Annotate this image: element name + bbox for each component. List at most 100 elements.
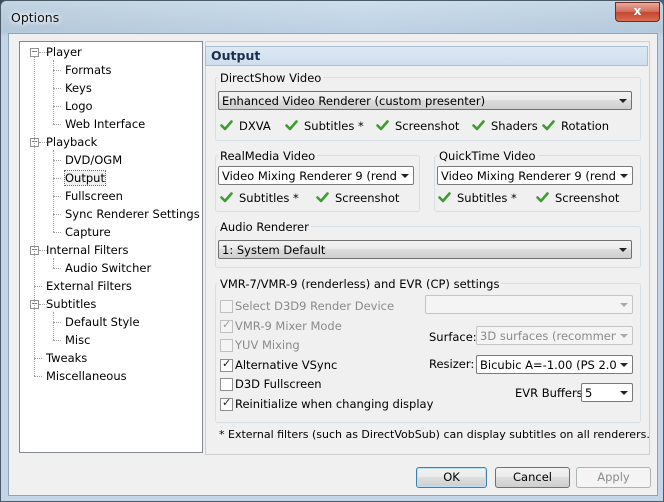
tree-connector	[34, 57, 35, 376]
ok-button[interactable]: OK	[416, 467, 487, 488]
tree-item-keys[interactable]: Keys	[65, 80, 92, 96]
evr-buffers-label: EVR Buffers:	[515, 386, 587, 400]
resizer-label: Resizer:	[429, 357, 475, 371]
quicktime-label: QuickTime Video	[437, 149, 538, 163]
capability-item: Subtitles *	[285, 118, 364, 134]
surface-value: 3D surfaces (recommended)	[480, 329, 616, 343]
tree-connector	[53, 258, 54, 268]
vmr-label: VMR-7/VMR-9 (renderless) and EVR (CP) se…	[218, 277, 502, 291]
capability-label: Rotation	[561, 119, 610, 133]
tree-connector	[53, 160, 61, 161]
quicktime-renderer-select[interactable]: Video Mixing Renderer 9 (renderless	[437, 166, 633, 185]
close-button[interactable]: x	[615, 2, 660, 22]
checkbox-alternative-vsync[interactable]	[220, 357, 233, 372]
chevron-down-icon	[401, 174, 409, 178]
checkbox-vmr-9-mixer-mode[interactable]	[220, 318, 233, 333]
tree-item-sync-renderer-settings[interactable]: Sync Renderer Settings	[65, 206, 200, 222]
tree-item-player[interactable]: Player	[46, 44, 82, 60]
tree-item-web-interface[interactable]: Web Interface	[65, 116, 145, 132]
capability-label: Shaders	[491, 119, 538, 133]
checkbox-label[interactable]: Reinitialize when changing display	[235, 397, 433, 411]
tree-item-internal-filters[interactable]: Internal Filters	[46, 242, 128, 258]
checkbox-label[interactable]: D3D Fullscreen	[235, 377, 322, 391]
tree-item-label: Audio Switcher	[65, 261, 152, 275]
page-header: Output	[205, 46, 648, 66]
checkbox-label[interactable]: Alternative VSync	[235, 358, 337, 372]
evr-buffers-value: 5	[585, 386, 593, 400]
check-icon	[472, 120, 485, 131]
cancel-button[interactable]: Cancel	[495, 467, 570, 488]
tree-item-label: Output	[64, 170, 106, 186]
apply-button[interactable]: Apply	[576, 467, 651, 488]
tree-item-logo[interactable]: Logo	[65, 98, 93, 114]
tree-item-dvd-ogm[interactable]: DVD/OGM	[65, 152, 122, 168]
tree-item-label: Fullscreen	[65, 189, 123, 203]
directshow-renderer-value: Enhanced Video Renderer (custom presente…	[222, 94, 486, 108]
tree-item-audio-switcher[interactable]: Audio Switcher	[65, 260, 151, 276]
window-title: Options	[11, 10, 60, 25]
chevron-down-icon	[620, 174, 628, 178]
tree-item-label: Tweaks	[46, 351, 88, 365]
checkbox-label[interactable]: Select D3D9 Render Device	[235, 299, 394, 313]
directshow-label: DirectShow Video	[218, 71, 324, 85]
checkbox-d3d-fullscreen[interactable]	[220, 378, 233, 391]
capability-item: Subtitles *	[220, 190, 299, 206]
tree-item-label: Sync Renderer Settings	[65, 207, 200, 221]
chevron-down-icon	[619, 99, 627, 103]
tree-connector	[34, 358, 42, 359]
capability-label: Screenshot	[555, 191, 620, 205]
tree-item-capture[interactable]: Capture	[65, 224, 111, 240]
tree-item-label: Player	[46, 45, 82, 59]
collapse-icon[interactable]: −	[30, 48, 39, 57]
checkbox-label[interactable]: VMR-9 Mixer Mode	[235, 319, 342, 333]
check-icon	[285, 120, 298, 131]
tree-item-miscellaneous[interactable]: Miscellaneous	[46, 368, 127, 384]
capability-item: Subtitles *	[438, 190, 517, 206]
tree-item-label: Web Interface	[65, 117, 146, 131]
tree-item-label: Misc	[65, 333, 91, 347]
capability-label: Screenshot	[395, 119, 460, 133]
tree-item-label: External Filters	[46, 279, 132, 293]
evr-buffers-select[interactable]: 5	[581, 383, 633, 402]
checkbox-label[interactable]: YUV Mixing	[235, 338, 300, 352]
check-icon	[220, 120, 233, 131]
capability-label: Subtitles *	[457, 191, 517, 205]
directshow-renderer-select[interactable]: Enhanced Video Renderer (custom presente…	[218, 91, 632, 110]
resizer-select[interactable]: Bicubic A=-1.00 (PS 2.0)	[476, 355, 633, 374]
render-device-select[interactable]	[425, 295, 633, 314]
tree-connector	[53, 150, 54, 232]
capability-label: Subtitles *	[304, 119, 364, 133]
chevron-down-icon	[620, 363, 628, 367]
tree-item-label: Formats	[65, 63, 112, 77]
checkbox-select-d3d9-render-device[interactable]	[220, 300, 233, 313]
tree-connector	[34, 376, 42, 377]
audio-renderer-select[interactable]: 1: System Default	[218, 240, 632, 259]
surface-select[interactable]: 3D surfaces (recommended)	[476, 326, 633, 345]
chevron-down-icon	[619, 248, 627, 252]
tree-connector	[53, 196, 61, 197]
tree-item-label: Capture	[65, 225, 111, 239]
tree-item-fullscreen[interactable]: Fullscreen	[65, 188, 123, 204]
check-icon	[220, 192, 233, 203]
capability-label: Subtitles *	[239, 191, 299, 205]
tree-item-tweaks[interactable]: Tweaks	[46, 350, 87, 366]
tree-item-external-filters[interactable]: External Filters	[46, 278, 132, 294]
tree-connector	[39, 250, 47, 251]
checkbox-yuv-mixing[interactable]	[220, 339, 233, 352]
tree-item-subtitles[interactable]: Subtitles	[46, 296, 96, 312]
title-bar[interactable]: Options x	[1, 1, 663, 35]
realmedia-renderer-select[interactable]: Video Mixing Renderer 9 (renderless	[218, 166, 414, 185]
capability-item: DXVA	[220, 118, 271, 134]
tree-item-label: Miscellaneous	[46, 369, 127, 383]
checkbox-reinitialize-when-changing-display[interactable]	[220, 396, 233, 411]
tree-item-output[interactable]: Output	[64, 170, 106, 186]
tree-item-default-style[interactable]: Default Style	[65, 314, 140, 330]
resizer-value: Bicubic A=-1.00 (PS 2.0)	[480, 358, 616, 372]
tree-connector	[53, 106, 61, 107]
tree-item-formats[interactable]: Formats	[65, 62, 112, 78]
tree-item-misc[interactable]: Misc	[65, 332, 90, 348]
realmedia-label: RealMedia Video	[218, 149, 318, 163]
capability-item: Screenshot	[316, 190, 399, 206]
chevron-down-icon	[620, 303, 628, 307]
tree-item-playback[interactable]: Playback	[46, 134, 97, 150]
